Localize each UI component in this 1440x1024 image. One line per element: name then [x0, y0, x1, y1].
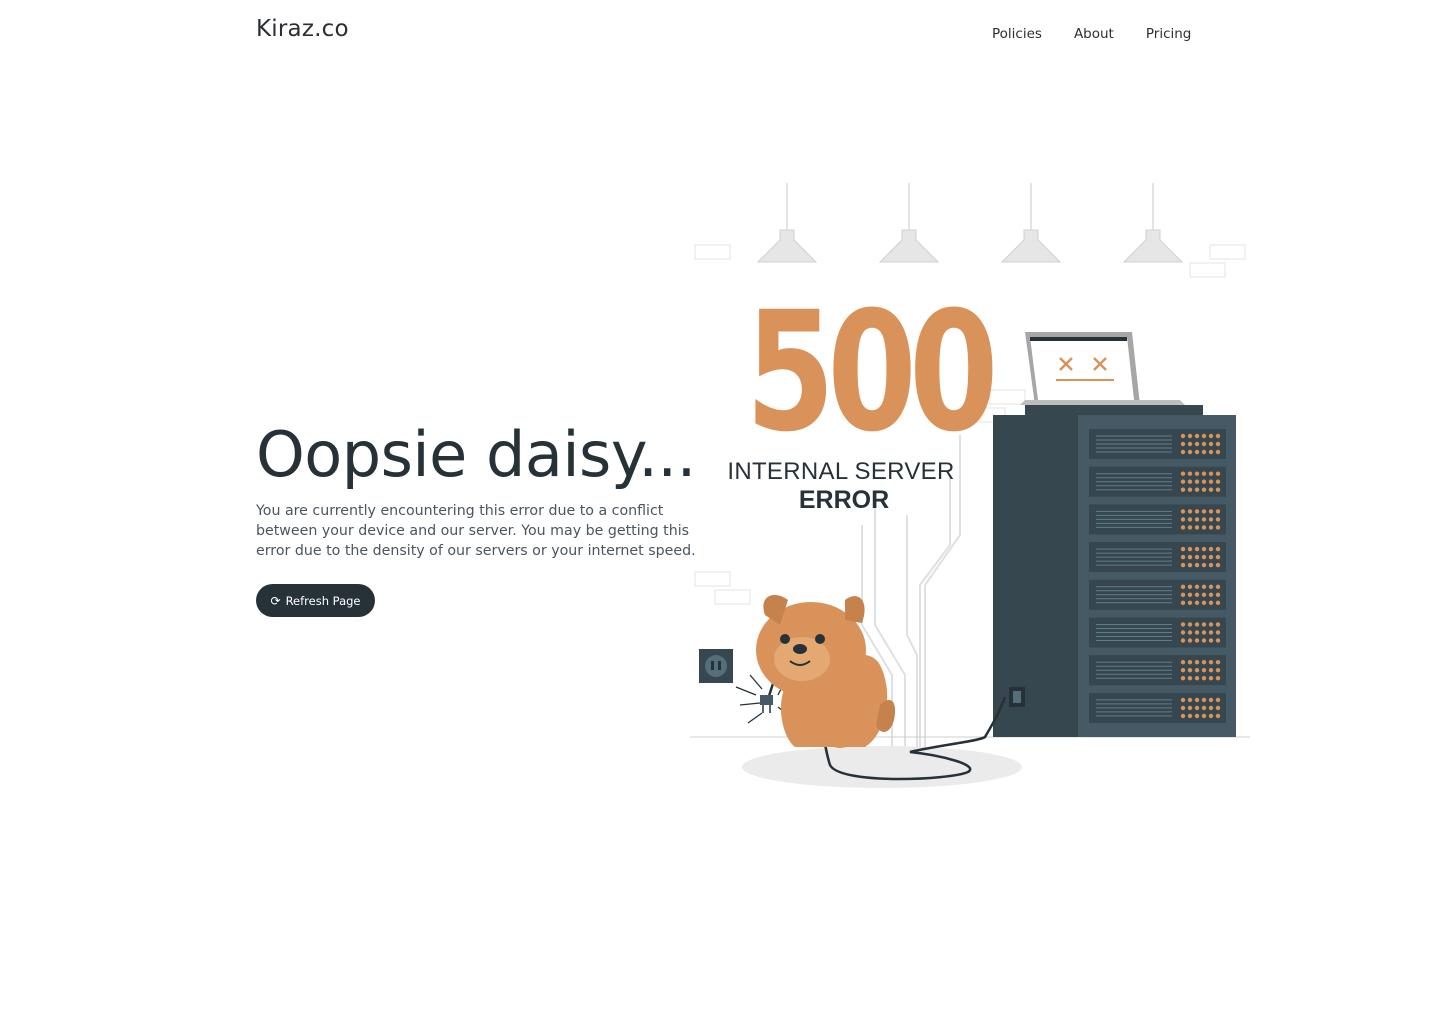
refresh-icon: ⟳ [270, 593, 281, 608]
error-caption-line1: INTERNAL SERVER [727, 458, 955, 485]
server-unit [1089, 617, 1226, 648]
error-caption-line2: ERROR [798, 486, 890, 514]
refresh-page-button[interactable]: ⟳ Refresh Page [256, 584, 375, 617]
server-unit [1089, 655, 1226, 686]
nav-link-policies[interactable]: Policies [992, 26, 1042, 42]
server-unit [1089, 504, 1226, 535]
server-unit [1089, 466, 1226, 497]
server-unit [1089, 542, 1226, 573]
plug [760, 695, 773, 713]
server-unit [1089, 579, 1226, 610]
floor-shadow [742, 746, 1022, 788]
server-unit [1089, 429, 1226, 459]
nav-link-about[interactable]: About [1074, 26, 1114, 42]
refresh-button-label: Refresh Page [285, 593, 361, 608]
top-nav: Policies About Pricing [992, 26, 1191, 42]
laptop [1020, 332, 1185, 405]
page-title: Oopsie daisy... [256, 418, 696, 491]
ceiling-lamps [756, 183, 1184, 263]
server-rack [993, 405, 1236, 737]
server-unit [1089, 692, 1226, 723]
error-code: 500 [745, 276, 999, 468]
brand-logo[interactable]: Kiraz.co [256, 16, 349, 42]
error-description: You are currently encountering this erro… [256, 503, 696, 559]
nav-link-pricing[interactable]: Pricing [1146, 26, 1192, 42]
wall-socket [699, 649, 733, 683]
